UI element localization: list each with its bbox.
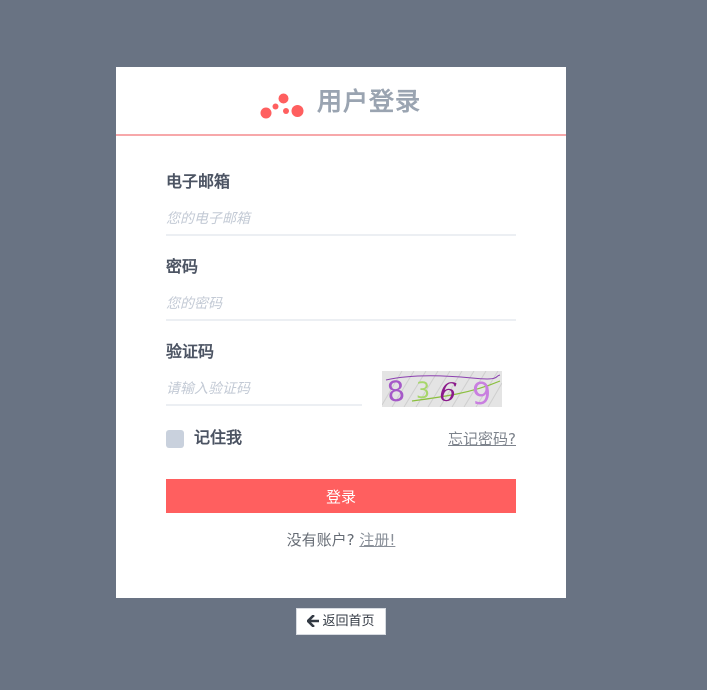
password-label: 密码: [166, 257, 199, 276]
arrow-left-icon: [306, 614, 321, 628]
email-label: 电子邮箱: [166, 172, 231, 191]
card-header: 用户登录: [116, 67, 566, 136]
dots-logo-icon: [260, 93, 304, 119]
password-field[interactable]: [166, 289, 516, 321]
remember-checkbox[interactable]: [166, 430, 184, 448]
page-title: 用户登录: [317, 87, 422, 116]
back-home-label: 返回首页: [322, 614, 375, 629]
back-home-button[interactable]: 返回首页: [296, 608, 386, 635]
remember-label[interactable]: 记住我: [194, 427, 242, 449]
captcha-field[interactable]: [166, 374, 362, 406]
register-prompt: 没有账户?: [286, 531, 360, 549]
login-button[interactable]: 登录: [166, 479, 516, 513]
svg-text:9: 9: [472, 377, 491, 407]
captcha-image[interactable]: 8 3 6 9: [382, 371, 502, 407]
register-row: 没有账户? 注册!: [116, 529, 566, 551]
captcha-label: 验证码: [166, 342, 215, 361]
svg-text:3: 3: [416, 379, 430, 404]
svg-text:8: 8: [385, 374, 406, 407]
email-field[interactable]: [166, 204, 516, 236]
login-card: 用户登录 电子邮箱 密码 验证码 8 3 6 9 记住我 忘记密码? 登录 没有…: [116, 67, 566, 598]
forgot-password-link[interactable]: 忘记密码?: [448, 428, 516, 450]
register-link[interactable]: 注册!: [359, 531, 395, 549]
svg-text:6: 6: [438, 377, 458, 407]
